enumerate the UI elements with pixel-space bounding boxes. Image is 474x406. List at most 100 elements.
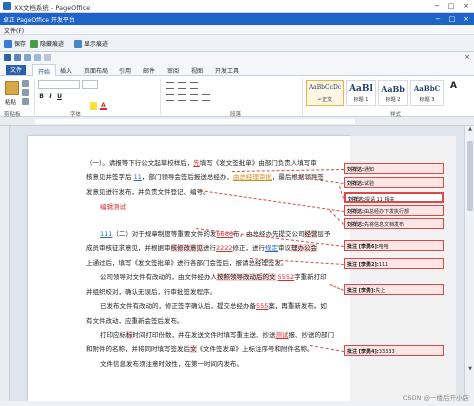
change-styles-icon[interactable]: A bbox=[450, 82, 457, 91]
document-line[interactable]: 成员审核征求意见，并根据审核修改意见进行2222修正，进行规定审议理办公会 bbox=[86, 242, 318, 252]
style-normal-sample: AaBbCcDc bbox=[308, 84, 342, 91]
cut-icon[interactable] bbox=[22, 80, 29, 87]
text-run: （一）。请报等下行公文起草校样后， bbox=[86, 159, 194, 167]
comment-author: 刘祥达: bbox=[347, 222, 364, 228]
style-heading-2-sample: AaBb bbox=[381, 84, 405, 94]
style-heading-3-name: 标题 3 bbox=[419, 97, 435, 103]
document-line[interactable]: 核意见并签字后 11，部门领导会签后报送总经办，由总经理审批，最后根据领导签 bbox=[86, 171, 324, 181]
document-line[interactable]: （一）。请报等下行公文起草校样后，先填写《发文签批单》由部门负责人填写审 bbox=[86, 157, 317, 167]
document-line[interactable]: 打印应标标时间打印份数，并在发送文件时填写重主送、抄送测试报、抄送的部门 bbox=[100, 329, 334, 339]
revision-mark: 555 bbox=[256, 302, 269, 310]
tab-review[interactable]: 审阅 bbox=[167, 66, 179, 75]
revision-mark: 核修改意见 bbox=[170, 244, 203, 252]
text-run: 上通过后，填写《发文签批单》进行各部门会签后，报请总经理签发。 bbox=[86, 259, 288, 267]
document-line[interactable]: 公司领导对文件有改动的，由文件经办人按照领导改动后的文 5552字重新打印 bbox=[100, 271, 327, 281]
undo-icon[interactable] bbox=[24, 54, 31, 61]
revision-mark: 按照领导改动后的文 bbox=[217, 273, 276, 281]
tab-page-layout[interactable]: 页面布局 bbox=[84, 66, 108, 75]
document-line[interactable]: 并组织校对，确认无误后，行审批签发程序。 bbox=[86, 286, 216, 296]
save-label: 保存 bbox=[14, 41, 27, 48]
menu-file[interactable]: 文件(F) bbox=[4, 26, 24, 35]
comment-balloon[interactable]: 刘祥达:提请 11 相关 bbox=[344, 192, 444, 203]
maximize-button[interactable]: □ bbox=[444, 0, 458, 12]
tab-file[interactable]: 文件 bbox=[6, 65, 27, 75]
hide-revisions-button[interactable]: 隐藏痕迹 bbox=[30, 38, 64, 49]
po-titlebar: 卓正 PageOffice 开发平台 − □ × bbox=[0, 13, 474, 25]
text-run: 编辑测试 bbox=[100, 203, 126, 211]
po-toolbar: 保存 隐藏痕迹 显示痕迹 bbox=[0, 35, 474, 52]
underline-button[interactable]: U bbox=[56, 93, 63, 101]
app-icon bbox=[3, 2, 11, 10]
comment-balloon[interactable]: 刘祥达:试验 bbox=[344, 177, 444, 188]
align-left-icon[interactable] bbox=[166, 94, 174, 101]
document-line[interactable]: 编辑测试 bbox=[100, 201, 126, 211]
qat-save-icon[interactable] bbox=[14, 54, 21, 61]
font-color-button[interactable]: A bbox=[100, 102, 107, 110]
comment-author: 批注 [李勇2]: bbox=[347, 262, 379, 268]
po-restore-button[interactable]: □ bbox=[446, 14, 458, 24]
multilevel-icon[interactable] bbox=[190, 82, 198, 89]
save-button[interactable]: 保存 bbox=[4, 38, 26, 49]
document-line[interactable]: 文件信息发布须注意时效性，在第一时间内发布。 bbox=[100, 358, 243, 368]
font-size-dropdown[interactable] bbox=[82, 80, 98, 89]
bullets-icon[interactable] bbox=[166, 82, 174, 89]
text-run: 层予 bbox=[317, 230, 331, 238]
comment-text: 由总经办下发执行部 bbox=[364, 209, 410, 215]
text-run: 公司领导对文件有改动的，由文件经办人 bbox=[100, 273, 217, 281]
style-heading-2[interactable]: AaBb 标题 2 bbox=[378, 80, 408, 106]
paste-icon[interactable] bbox=[5, 81, 19, 95]
close-button[interactable]: × bbox=[459, 0, 473, 12]
scroll-up-icon[interactable]: ▲ bbox=[465, 126, 474, 134]
vertical-scrollbar[interactable]: ▲ ▼ bbox=[464, 126, 474, 401]
italic-button[interactable]: I bbox=[47, 93, 54, 101]
ribbon-close-icon[interactable]: × bbox=[464, 53, 470, 61]
format-painter-icon[interactable] bbox=[22, 98, 29, 105]
revision-mark: 测试 bbox=[275, 331, 289, 339]
po-minimize-button[interactable]: − bbox=[432, 14, 444, 24]
tab-references[interactable]: 引用 bbox=[119, 66, 131, 75]
comment-balloon[interactable]: 刘祥达:先将信息文档发布 bbox=[344, 218, 444, 229]
tab-insert[interactable]: 插入 bbox=[60, 66, 72, 75]
style-heading-1[interactable]: AaBl 标题 1 bbox=[346, 80, 376, 106]
text-run: 字重新打印 bbox=[294, 273, 327, 281]
numbering-icon[interactable] bbox=[178, 82, 186, 89]
highlight-button[interactable] bbox=[90, 102, 97, 110]
paste-label: 粘贴 bbox=[5, 100, 17, 106]
style-heading-1-name: 标题 1 bbox=[353, 97, 369, 103]
style-heading-3[interactable]: AaBbC 标题 3 bbox=[410, 80, 444, 106]
align-center-icon[interactable] bbox=[178, 94, 186, 101]
copy-icon[interactable] bbox=[22, 89, 29, 96]
text-run: 《文件签发单》上标注序号和附件名称。 bbox=[196, 345, 314, 353]
comment-balloon[interactable]: 刘祥达:由总经办下发执行部 bbox=[344, 205, 444, 216]
po-close-button[interactable]: × bbox=[460, 14, 472, 24]
scroll-down-icon[interactable]: ▼ bbox=[465, 366, 474, 374]
show-revisions-button[interactable]: 显示痕迹 bbox=[74, 38, 108, 49]
comment-balloon[interactable]: 刘祥达:通知 bbox=[344, 163, 444, 174]
justify-icon[interactable] bbox=[202, 94, 210, 101]
text-run: 有文件改动，应重新会签后发布。 bbox=[86, 317, 184, 325]
customize-qat-icon[interactable] bbox=[44, 54, 51, 61]
comment-balloon[interactable]: 批注 [李勇6]:哈哈 bbox=[344, 240, 444, 251]
tab-developer[interactable]: 开发工具 bbox=[215, 66, 239, 75]
tab-mailings[interactable]: 邮件 bbox=[143, 66, 155, 75]
comment-balloon[interactable]: 批注 [李勇4]:33333 bbox=[344, 345, 444, 356]
show-revisions-label: 显示痕迹 bbox=[84, 41, 109, 48]
style-heading-3-sample: AaBbC bbox=[413, 84, 441, 93]
tab-view[interactable]: 视图 bbox=[191, 66, 203, 75]
comment-balloon[interactable]: 批注 [李勇2]:111 bbox=[344, 258, 444, 269]
document-line[interactable]: 发意见进行发布，并负责文件登记、编号。 bbox=[86, 186, 210, 196]
text-run: （二）对于规章制度等重要文件的发 bbox=[112, 230, 217, 238]
scroll-thumb[interactable] bbox=[467, 141, 473, 211]
bold-button[interactable]: B bbox=[38, 93, 45, 101]
minimize-button[interactable]: − bbox=[430, 0, 444, 12]
font-name-dropdown[interactable] bbox=[38, 80, 80, 89]
style-normal[interactable]: AaBbCcDc ↵正文 bbox=[306, 80, 344, 106]
comment-text: 先上 bbox=[375, 288, 386, 294]
text-run: 案，再重新发布。如 bbox=[268, 302, 327, 310]
document-line[interactable]: 和附件的名称，并将同时填写签发后文《文件签发单》上标注序号和附件名称。 bbox=[86, 343, 314, 353]
document-line[interactable]: 已发布文件有改动的，修正签字确认后，提交总经办备555案，再重新发布。如 bbox=[100, 300, 327, 310]
redo-icon[interactable] bbox=[34, 54, 41, 61]
document-line[interactable]: 有文件改动，应重新会签后发布。 bbox=[86, 315, 184, 325]
align-right-icon[interactable] bbox=[190, 94, 198, 101]
comment-balloon[interactable]: 批注 [李勇]:先上 bbox=[344, 284, 444, 295]
